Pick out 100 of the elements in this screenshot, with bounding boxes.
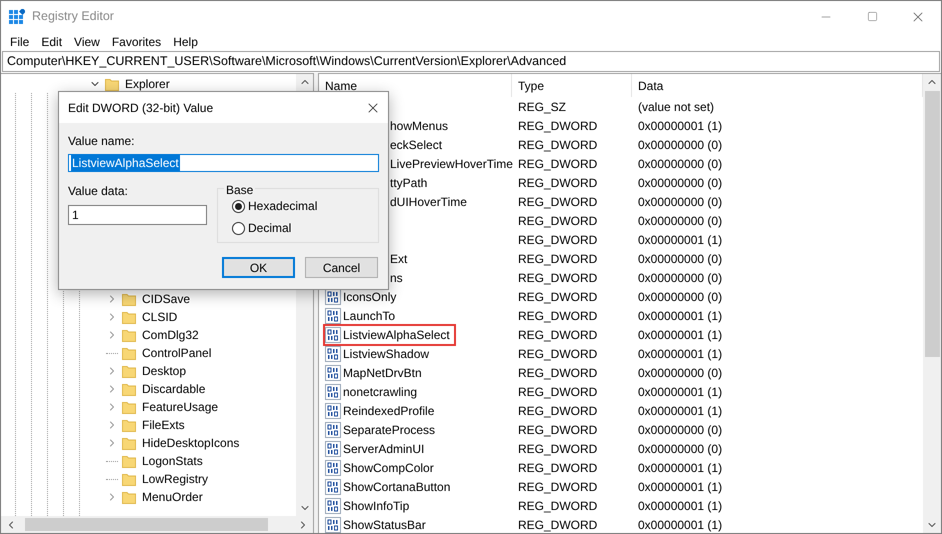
menu-item[interactable]: Favorites	[106, 32, 168, 50]
table-cell-text: REG_DWORD	[517, 136, 598, 154]
table-cell-text: REG_DWORD	[517, 346, 598, 362]
tree-item[interactable]: Explorer	[125, 74, 170, 92]
table-cell-text: 0x00000001 (1)	[637, 326, 722, 344]
value-name[interactable]: ShowCortanaButton	[323, 476, 456, 498]
value-name[interactable]: ShowCompColor	[323, 456, 440, 478]
menu-item[interactable]: File	[4, 32, 36, 50]
value-name-text: MapNetDrvBtn	[343, 364, 422, 382]
menu-item[interactable]: Edit	[35, 32, 68, 50]
maximize-icon[interactable]	[866, 11, 878, 22]
value-name[interactable]: ListviewShadow	[323, 342, 436, 364]
tree-item[interactable]: CIDSave	[142, 290, 190, 308]
value-name-text: Ext	[389, 250, 408, 268]
table-cell-text: REG_DWORD	[517, 498, 598, 514]
value-name[interactable]: SeparateProcess	[323, 418, 442, 440]
table-cell-text: 0x00000000 (0)	[637, 156, 722, 172]
value-name[interactable]: LaunchTo	[323, 304, 402, 326]
tree-item[interactable]: HideDesktopIcons	[142, 434, 240, 452]
table-cell-text: 0x00000000 (0)	[637, 440, 722, 458]
column-header[interactable]: Type	[512, 74, 632, 97]
value-name-text: ShowStatusBar	[343, 516, 426, 533]
dialog-button[interactable]: Cancel	[305, 257, 378, 278]
value-name-text: ListviewShadow	[343, 346, 430, 362]
tree-item[interactable]: LogonStats	[142, 452, 203, 470]
table-cell-text: 0x00000000 (0)	[637, 364, 722, 382]
dialog-button[interactable]: OK	[222, 257, 295, 278]
folder-icon	[122, 292, 136, 306]
radio-option[interactable]: Decimal	[232, 219, 378, 237]
value-name[interactable]: ShowStatusBar	[323, 514, 432, 533]
table-cell-text: REG_DWORD	[517, 232, 598, 248]
folder-icon	[122, 418, 136, 432]
table-cell-text: 0x00000000 (0)	[637, 174, 722, 192]
table-cell-text: 0x00000001 (1)	[637, 308, 722, 324]
table-cell-text: (value not set)	[637, 98, 714, 116]
radio-icon[interactable]	[232, 222, 245, 234]
tree-item[interactable]: FeatureUsage	[142, 398, 218, 416]
table-cell-text: REG_DWORD	[517, 156, 598, 172]
table-cell-text: 0x00000000 (0)	[637, 288, 722, 306]
binary-value-icon	[325, 498, 341, 514]
table-cell-text: 0x00000001 (1)	[637, 498, 722, 514]
field-label: Value name:	[68, 133, 136, 150]
table-cell-text: REG_DWORD	[517, 308, 598, 324]
table-cell-text: REG_DWORD	[517, 402, 598, 420]
table-cell-text: 0x00000001 (1)	[637, 118, 722, 134]
value-name-text: LivePreviewHoverTime	[389, 156, 514, 172]
binary-value-icon	[325, 308, 341, 324]
scrollbar[interactable]	[923, 74, 941, 533]
folder-icon	[122, 472, 136, 486]
table-cell-text: 0x00000000 (0)	[637, 422, 722, 438]
value-name-text: howMenus	[389, 118, 450, 134]
table-cell-text: REG_DWORD	[517, 364, 598, 382]
table-cell-text: REG_DWORD	[517, 422, 598, 438]
table-cell-text: REG_DWORD	[517, 460, 598, 476]
value-name[interactable]: ServerAdminUI	[323, 438, 430, 460]
table-cell-text: REG_DWORD	[517, 440, 598, 458]
value-name-text: IconsOnly	[343, 288, 396, 306]
tree-item[interactable]: ControlPanel	[142, 344, 212, 362]
address-bar[interactable]: Computer\HKEY_CURRENT_USER\Software\Microsoft\Windows\CurrentVersion\Explorer\Advanced	[2, 51, 940, 72]
table-cell-text: REG_SZ	[517, 98, 568, 116]
value-name[interactable]: ShowInfoTip	[323, 494, 416, 516]
table-cell-text: REG_DWORD	[517, 516, 598, 533]
table-cell-text: REG_DWORD	[517, 270, 598, 286]
tree-item[interactable]: ComDlg32	[142, 326, 199, 344]
value-name-field[interactable]: ListviewAlphaSelect	[68, 154, 379, 172]
value-name-text: SeparateProcess	[343, 422, 436, 438]
binary-value-icon	[325, 460, 341, 476]
folder-icon	[122, 490, 136, 504]
binary-value-icon	[325, 364, 341, 380]
folder-icon	[122, 328, 136, 342]
tree-item[interactable]: CLSID	[142, 308, 178, 326]
tree-item[interactable]: FileExts	[142, 416, 185, 434]
table-cell-text: REG_DWORD	[517, 326, 598, 344]
binary-value-icon	[325, 326, 341, 342]
value-name-text: eckSelect	[389, 136, 444, 154]
value-name[interactable]: MapNetDrvBtn	[323, 362, 428, 384]
value-name-text: ServerAdminUI	[343, 440, 424, 458]
table-cell-text: REG_DWORD	[517, 212, 598, 230]
tree-item[interactable]: LowRegistry	[142, 470, 208, 488]
scrollbar[interactable]	[1, 516, 313, 533]
value-name[interactable]: nonetcrawling	[323, 380, 424, 402]
tree-item[interactable]: Desktop	[142, 362, 186, 380]
menu-item[interactable]: Help	[167, 32, 204, 50]
table-cell-text: REG_DWORD	[517, 174, 598, 192]
binary-value-icon	[325, 384, 341, 400]
value-data-field[interactable]: 1	[68, 205, 207, 225]
value-name-text: ShowCortanaButton	[343, 478, 450, 496]
table-cell-text: REG_DWORD	[517, 194, 598, 210]
radio-option[interactable]: Hexadecimal	[232, 197, 378, 215]
value-name[interactable]: ReindexedProfile	[323, 400, 440, 422]
table-cell-text: REG_DWORD	[517, 288, 598, 306]
menu-item[interactable]: View	[68, 32, 106, 50]
table-cell-text: 0x00000001 (1)	[637, 460, 722, 476]
tree-item[interactable]: Discardable	[142, 380, 206, 398]
value-name-text: ttyPath	[389, 174, 428, 192]
radio-icon[interactable]	[232, 200, 245, 212]
folder-icon	[122, 436, 136, 450]
field-label: Value data:	[68, 183, 129, 200]
value-name[interactable]: ListviewAlphaSelect	[323, 324, 456, 346]
tree-item[interactable]: MenuOrder	[142, 488, 203, 506]
